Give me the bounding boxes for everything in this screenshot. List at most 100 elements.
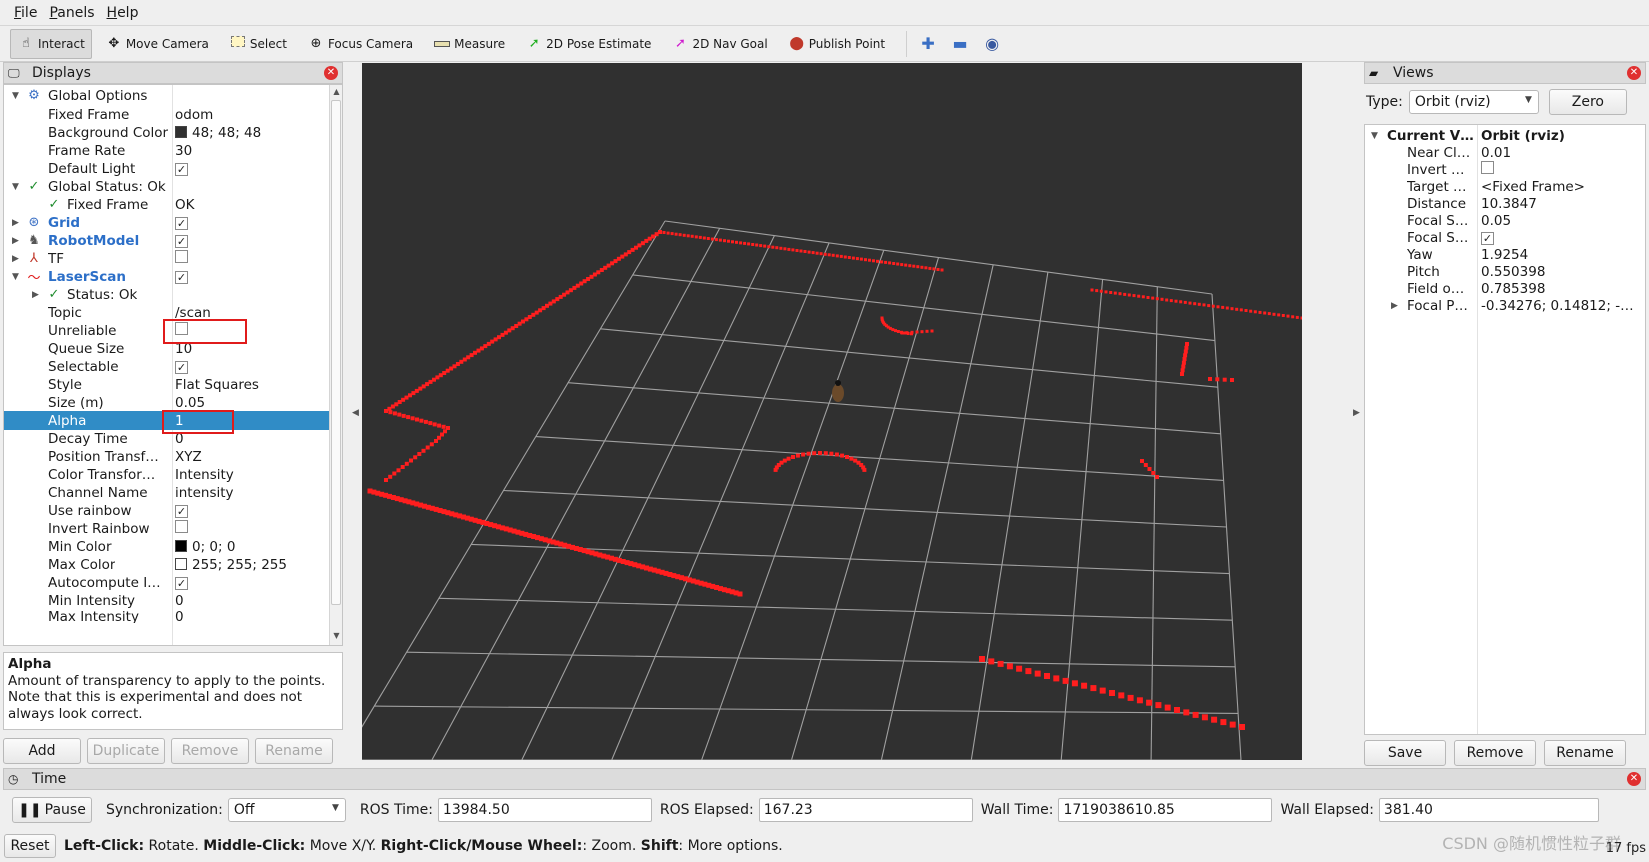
- tree-row-position-transformer[interactable]: Position Transf… XYZ: [4, 447, 329, 466]
- close-icon[interactable]: ✕: [324, 66, 338, 80]
- tree-row-use-rainbow[interactable]: Use rainbow ✓: [4, 501, 329, 520]
- add-button[interactable]: Add: [3, 738, 81, 764]
- tree-row-fixed-frame[interactable]: Fixed Frame odom: [4, 105, 329, 124]
- view-row-focal-shape-fixed[interactable]: Focal S… ✓: [1365, 229, 1645, 246]
- render-3d-view[interactable]: [362, 63, 1302, 760]
- zero-button[interactable]: Zero: [1548, 89, 1627, 115]
- collapse-left-icon[interactable]: ◀: [352, 408, 359, 418]
- view-prop-value[interactable]: 10.3847: [1481, 196, 1645, 212]
- tree-row-global-options[interactable]: ▼ ⚙ Global Options: [4, 86, 329, 105]
- menu-file[interactable]: File: [8, 5, 43, 21]
- checkbox-checked[interactable]: ✓: [175, 234, 188, 248]
- tree-row-invert-rainbow[interactable]: Invert Rainbow: [4, 519, 329, 538]
- checkbox-unchecked[interactable]: [175, 250, 188, 263]
- tree-row-grid[interactable]: ▶ ⊛ Grid ✓: [4, 213, 329, 232]
- tree-row-laser-scan[interactable]: ▼ 〜 LaserScan ✓: [4, 267, 329, 286]
- view-prop-value[interactable]: 1.9254: [1481, 247, 1645, 263]
- move-camera-tool[interactable]: ✥ Move Camera: [98, 29, 216, 59]
- tree-row-color-transformer[interactable]: Color Transfor… Intensity: [4, 465, 329, 484]
- view-row-target[interactable]: Target … <Fixed Frame>: [1365, 178, 1645, 195]
- style-value[interactable]: Flat Squares: [175, 377, 325, 393]
- position-transformer-value[interactable]: XYZ: [175, 449, 325, 465]
- chevron-down-icon[interactable]: ▼: [12, 272, 22, 282]
- tree-row-autocompute[interactable]: Autocompute I… ✓: [4, 573, 329, 592]
- queue-size-value[interactable]: 10: [175, 341, 325, 357]
- eye-icon[interactable]: ◉: [979, 31, 1005, 57]
- max-color-value[interactable]: 255; 255; 255: [175, 557, 325, 573]
- min-intensity-value[interactable]: 0: [175, 593, 325, 609]
- view-prop-value[interactable]: 0.01: [1481, 145, 1645, 161]
- measure-tool[interactable]: Measure: [426, 29, 512, 59]
- tree-row-min-color[interactable]: Min Color 0; 0; 0: [4, 537, 329, 556]
- view-row-invert[interactable]: Invert …: [1365, 161, 1645, 178]
- alpha-value[interactable]: 1: [175, 413, 325, 429]
- tree-row-style[interactable]: Style Flat Squares: [4, 375, 329, 394]
- topic-value[interactable]: /scan: [175, 305, 325, 321]
- view-row-current[interactable]: ▼ Current V… Orbit (rviz): [1365, 127, 1645, 144]
- view-type-select[interactable]: Orbit (rviz) ▼: [1408, 90, 1539, 114]
- chevron-down-icon[interactable]: ▼: [12, 182, 22, 192]
- tree-row-min-intensity[interactable]: Min Intensity 0: [4, 591, 329, 610]
- chevron-right-icon[interactable]: ▶: [12, 218, 22, 228]
- interact-tool[interactable]: ☝ Interact: [10, 28, 92, 59]
- collapse-right-icon[interactable]: ▶: [1353, 408, 1360, 418]
- tree-row-alpha[interactable]: Alpha 1: [4, 411, 329, 430]
- menu-help[interactable]: Help: [101, 5, 145, 21]
- scroll-down-icon[interactable]: ▼: [331, 631, 342, 643]
- duplicate-button[interactable]: Duplicate: [87, 738, 165, 764]
- tree-row-max-intensity[interactable]: Max Intensity 0: [4, 609, 329, 623]
- reset-button[interactable]: Reset: [4, 834, 56, 858]
- checkbox-checked[interactable]: ✓: [175, 360, 188, 374]
- view-row-focal-shape-size[interactable]: Focal S… 0.05: [1365, 212, 1645, 229]
- checkbox-checked[interactable]: ✓: [175, 216, 188, 230]
- remove-view-button[interactable]: Remove: [1454, 740, 1536, 766]
- checkbox-checked[interactable]: ✓: [175, 162, 188, 176]
- view-row-distance[interactable]: Distance 10.3847: [1365, 195, 1645, 212]
- checkbox-unchecked[interactable]: [1481, 161, 1494, 174]
- view-prop-value[interactable]: <Fixed Frame>: [1481, 179, 1645, 195]
- menu-panels[interactable]: Panels: [43, 5, 100, 21]
- wall-elapsed-field[interactable]: 381.40: [1378, 798, 1599, 822]
- remove-tool-icon[interactable]: ▬: [947, 31, 973, 57]
- tree-row-default-light[interactable]: Default Light ✓: [4, 159, 329, 178]
- chevron-down-icon[interactable]: ▼: [1371, 131, 1378, 141]
- frame-rate-value[interactable]: 30: [175, 143, 325, 159]
- checkbox-unchecked[interactable]: [175, 322, 188, 335]
- displays-scrollbar[interactable]: ▲ ▼: [329, 85, 342, 645]
- sync-select[interactable]: Off ▼: [227, 798, 346, 822]
- ros-elapsed-field[interactable]: 167.23: [758, 798, 973, 822]
- tree-row-status-ok[interactable]: ▶ ✓ Status: Ok: [4, 285, 329, 304]
- close-icon[interactable]: ✕: [1627, 772, 1641, 786]
- tree-row-queue-size[interactable]: Queue Size 10: [4, 339, 329, 358]
- background-color-value[interactable]: 48; 48; 48: [175, 125, 325, 141]
- scrollbar-thumb[interactable]: [331, 100, 341, 605]
- fixed-frame-value[interactable]: odom: [175, 107, 325, 123]
- chevron-right-icon[interactable]: ▶: [12, 254, 22, 264]
- checkbox-checked[interactable]: ✓: [175, 270, 188, 284]
- wall-time-field[interactable]: 1719038610.85: [1058, 798, 1273, 822]
- tree-row-background-color[interactable]: Background Color 48; 48; 48: [4, 123, 329, 142]
- rename-button[interactable]: Rename: [255, 738, 333, 764]
- pause-button[interactable]: ❚❚ Pause: [12, 797, 92, 823]
- select-tool[interactable]: Select: [222, 29, 294, 59]
- tree-row-max-color[interactable]: Max Color 255; 255; 255: [4, 555, 329, 574]
- chevron-right-icon[interactable]: ▶: [32, 290, 42, 300]
- chevron-right-icon[interactable]: ▶: [12, 236, 22, 246]
- tree-row-fixed-frame-status[interactable]: ✓ Fixed Frame OK: [4, 195, 329, 214]
- checkbox-checked[interactable]: ✓: [175, 504, 188, 518]
- scene-canvas[interactable]: [362, 63, 1302, 760]
- view-prop-value[interactable]: -0.34276; 0.14812; -…: [1481, 298, 1645, 314]
- tree-row-selectable[interactable]: Selectable ✓: [4, 357, 329, 376]
- checkbox-checked[interactable]: ✓: [1481, 231, 1494, 245]
- min-color-value[interactable]: 0; 0; 0: [175, 539, 325, 555]
- scroll-up-icon[interactable]: ▲: [331, 87, 342, 99]
- tree-row-channel-name[interactable]: Channel Name intensity: [4, 483, 329, 502]
- view-row-pitch[interactable]: Pitch 0.550398: [1365, 263, 1645, 280]
- nav-goal-tool[interactable]: ➚ 2D Nav Goal: [664, 29, 774, 59]
- view-prop-value[interactable]: 0.785398: [1481, 281, 1645, 297]
- checkbox-unchecked[interactable]: [175, 520, 188, 533]
- rename-view-button[interactable]: Rename: [1544, 740, 1626, 766]
- close-icon[interactable]: ✕: [1627, 66, 1641, 80]
- channel-name-value[interactable]: intensity: [175, 485, 325, 501]
- view-prop-value[interactable]: 0.550398: [1481, 264, 1645, 280]
